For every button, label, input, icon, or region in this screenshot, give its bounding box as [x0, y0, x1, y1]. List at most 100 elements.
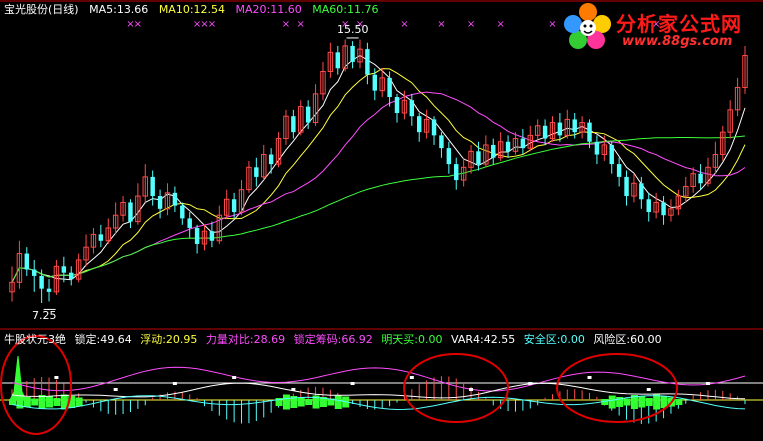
candle	[431, 116, 437, 145]
candle	[283, 109, 289, 145]
candle-body	[698, 173, 703, 184]
candle-body	[180, 205, 185, 219]
candle	[653, 192, 659, 219]
indicator-dot	[469, 388, 474, 391]
indicator-dot	[350, 382, 355, 385]
candle-body	[254, 167, 259, 177]
ma60-legend: MA60:11.76	[312, 3, 379, 16]
ma5-legend: MA5:13.66	[89, 3, 149, 16]
candle-body	[128, 202, 133, 222]
signal-marker: ×	[208, 19, 216, 30]
candle-body	[46, 288, 52, 292]
low-price-label: 7.25	[32, 309, 57, 322]
candle	[616, 157, 622, 187]
indicator-dot	[646, 388, 651, 391]
candle-body	[454, 164, 459, 181]
candle-body	[491, 144, 496, 158]
candle	[497, 132, 504, 161]
candle	[112, 202, 119, 235]
indicator-dot	[232, 376, 237, 379]
candle	[268, 148, 274, 174]
indicator-dot	[172, 382, 177, 385]
candle-body	[291, 116, 296, 133]
candle	[394, 93, 400, 123]
candle	[209, 221, 215, 248]
indicator-legend: 牛股状元3绝 锁定:49.64 浮动:20.95 力量对比:28.69 锁定筹码…	[4, 333, 667, 347]
volume-block	[75, 397, 83, 407]
high-price-label: 15.50	[337, 23, 369, 36]
signal-marker: ×	[134, 19, 142, 30]
watermark-url: www.88gs.com	[622, 34, 733, 49]
candle-body	[661, 202, 666, 216]
candle	[75, 253, 82, 283]
candle	[675, 189, 682, 216]
candle-body	[39, 275, 44, 289]
volume-block	[334, 395, 342, 409]
candle-body	[172, 192, 178, 206]
candle	[661, 196, 666, 225]
candle-body	[594, 141, 600, 155]
candle	[335, 45, 340, 75]
candle	[31, 259, 37, 292]
fengxian-value: 风险区:60.00	[593, 333, 662, 346]
candle	[327, 42, 334, 78]
candle-body	[98, 234, 104, 241]
candle-body	[505, 141, 511, 152]
indicator-dot	[54, 376, 59, 379]
candle	[520, 128, 526, 155]
candlesticks	[9, 39, 748, 304]
candle	[727, 100, 733, 139]
candle	[9, 266, 15, 302]
candle-body	[417, 116, 422, 133]
candle	[350, 41, 355, 69]
highlight-circle-left	[0, 335, 72, 435]
candle	[164, 183, 171, 216]
candle	[527, 125, 534, 152]
candle-body	[557, 122, 563, 136]
candle-body	[609, 144, 614, 165]
candle	[683, 176, 689, 203]
candle-body	[409, 100, 415, 117]
ma10-legend: MA10:12.54	[158, 3, 226, 16]
candle	[601, 135, 608, 161]
candle	[83, 234, 89, 267]
candle	[594, 135, 600, 165]
volume-block	[53, 398, 61, 406]
volume-block	[31, 398, 39, 406]
candle-body	[439, 135, 444, 149]
volume-block	[282, 394, 290, 410]
candle	[734, 77, 741, 117]
candle-body	[350, 45, 355, 62]
candle	[187, 212, 192, 238]
candle	[534, 119, 541, 142]
stock-title: 宝光股份(日线)	[4, 3, 79, 16]
indicator-name: 牛股状元3绝	[4, 333, 66, 346]
moving-average-lines	[11, 54, 746, 283]
candle	[320, 61, 326, 101]
candle-body	[372, 74, 378, 91]
candle	[24, 247, 30, 276]
candle-body	[616, 164, 622, 177]
volume-block	[638, 396, 646, 408]
ma5-line	[11, 54, 746, 283]
candle	[491, 138, 496, 165]
candle-body	[431, 119, 437, 136]
candle-body	[646, 199, 651, 213]
candle	[542, 119, 548, 145]
watermark-logo: 分析家公式网 www.88gs.com	[562, 2, 760, 54]
indicator-dot	[113, 388, 118, 391]
var4-value: VAR4:42.55	[451, 333, 516, 346]
anquan-value: 安全区:0.00	[523, 333, 585, 346]
candle-body	[268, 154, 274, 165]
candle-body	[520, 138, 526, 149]
indicator-dot	[291, 388, 296, 391]
volume-block	[675, 399, 683, 405]
candle	[468, 144, 474, 174]
candle-body	[387, 77, 392, 98]
candle	[46, 279, 52, 302]
ma60-line	[11, 135, 746, 283]
signal-marker: ×	[437, 19, 445, 30]
volume-block	[623, 398, 631, 406]
candle-body	[394, 97, 400, 114]
volume-block	[653, 394, 661, 410]
